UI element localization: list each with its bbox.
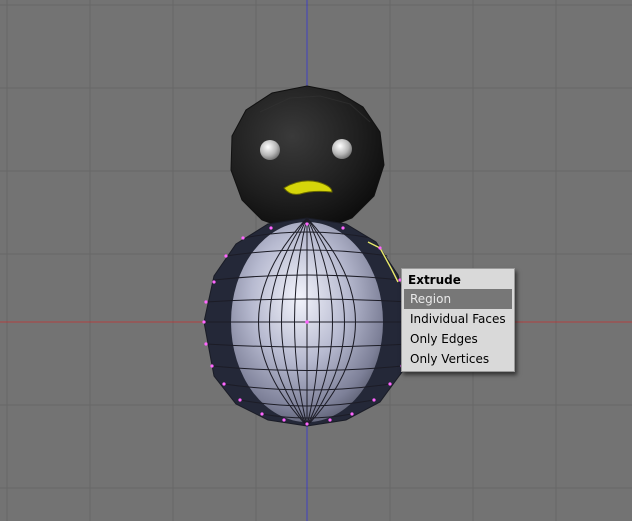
3d-viewport[interactable] (0, 0, 632, 521)
right-eye (332, 139, 352, 159)
menu-item-only-edges[interactable]: Only Edges (404, 329, 512, 349)
menu-title: Extrude (408, 273, 461, 287)
viewport-canvas[interactable] (0, 0, 632, 521)
menu-item-only-vertices[interactable]: Only Vertices (404, 349, 512, 369)
penguin-body[interactable] (202, 217, 411, 427)
extrude-popup-menu: Extrude Region Individual Faces Only Edg… (401, 268, 515, 372)
menu-item-individual-faces[interactable]: Individual Faces (404, 309, 512, 329)
left-eye (260, 140, 280, 160)
penguin-head[interactable] (230, 85, 385, 231)
menu-item-region[interactable]: Region (404, 289, 512, 309)
